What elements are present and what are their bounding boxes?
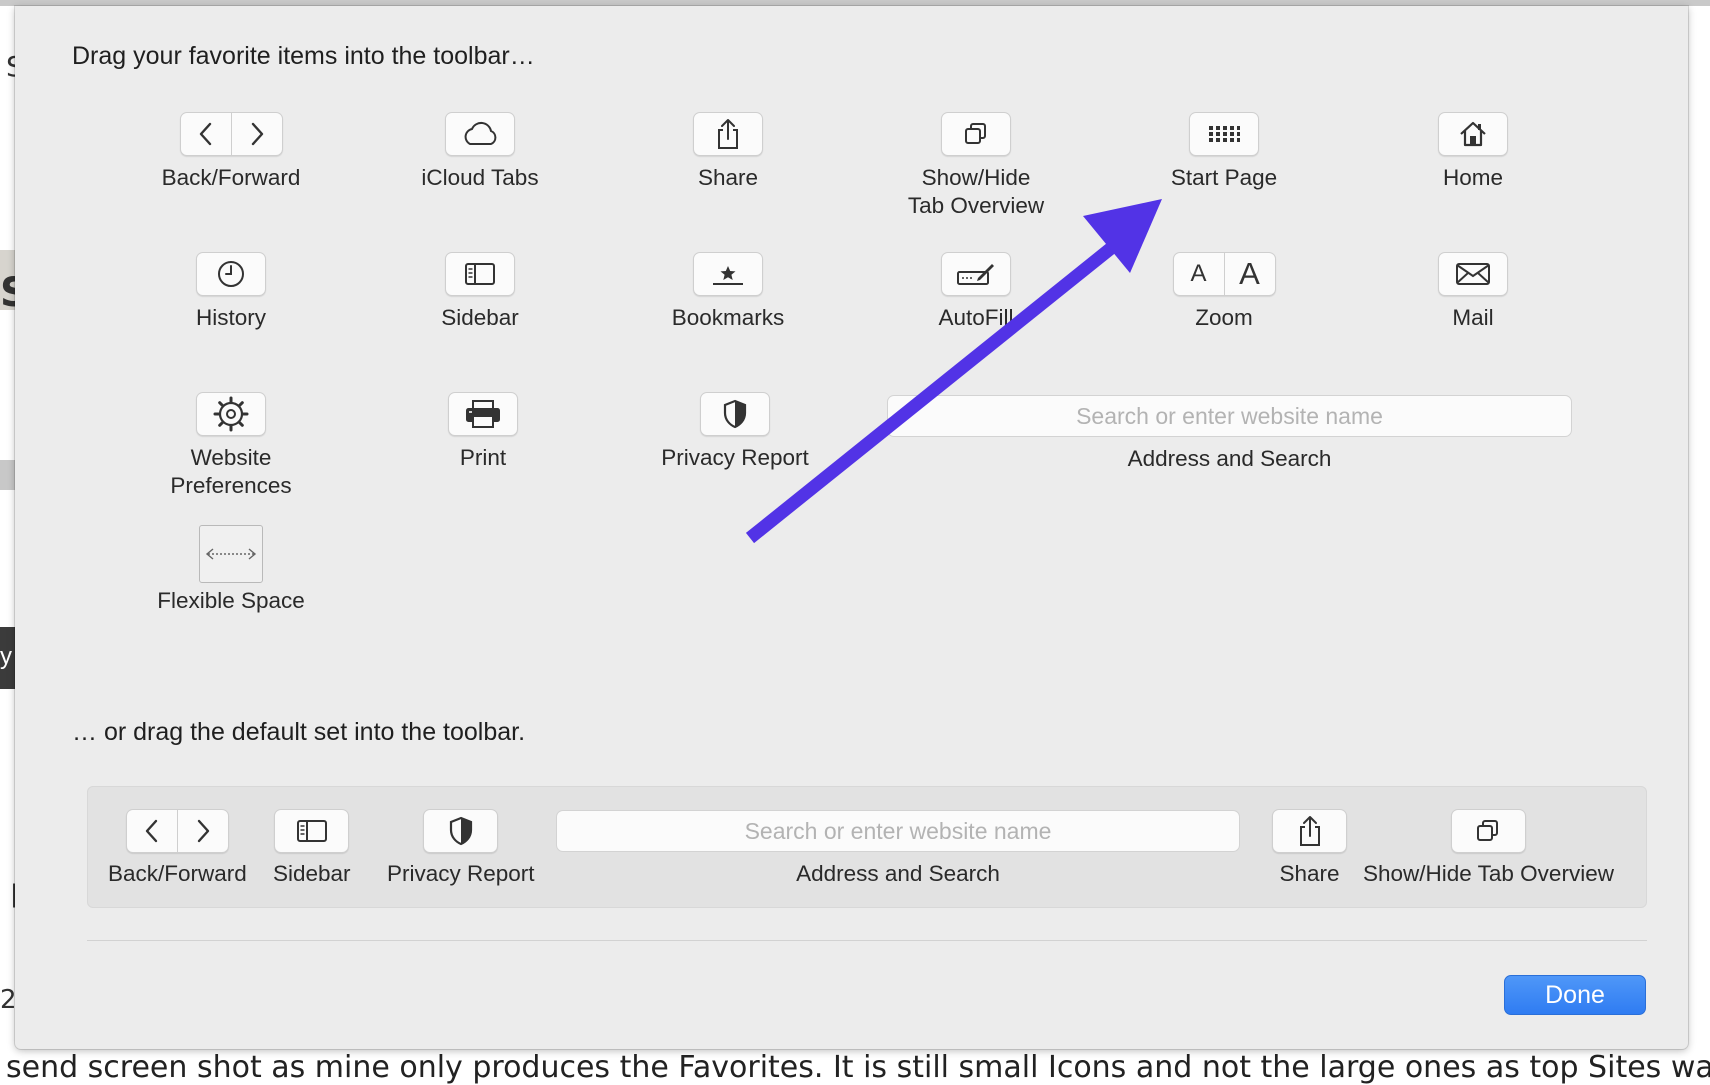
annotation-arrow [745,199,1162,544]
